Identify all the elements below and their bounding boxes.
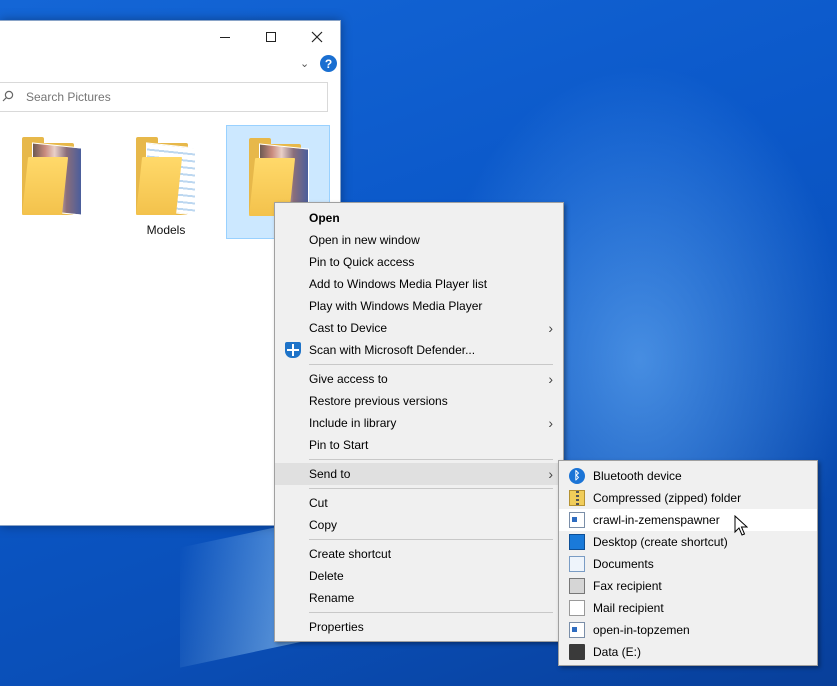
- search-input[interactable]: [26, 90, 306, 104]
- menu-item-cast-to-device[interactable]: Cast to Device ›: [275, 317, 563, 339]
- maximize-icon: [266, 32, 276, 42]
- submenu-arrow-icon: ›: [548, 415, 553, 431]
- help-button[interactable]: ?: [320, 55, 337, 72]
- menu-item-open[interactable]: Open: [275, 207, 563, 229]
- sendto-item-label: Compressed (zipped) folder: [593, 491, 742, 505]
- menu-item-rename[interactable]: Rename: [275, 587, 563, 609]
- menu-item-give-access[interactable]: Give access to ›: [275, 368, 563, 390]
- menu-separator: [309, 539, 553, 540]
- sendto-item-fax[interactable]: Fax recipient: [559, 575, 817, 597]
- menu-item-label: Send to: [309, 467, 351, 481]
- send-to-submenu: ᛒ Bluetooth device Compressed (zipped) f…: [558, 460, 818, 666]
- menu-item-cut[interactable]: Cut: [275, 492, 563, 514]
- menu-item-properties[interactable]: Properties: [275, 616, 563, 638]
- zip-folder-icon: [569, 490, 585, 506]
- bluetooth-icon: ᛒ: [569, 468, 585, 484]
- documents-icon: [569, 556, 585, 572]
- sendto-item-data-drive[interactable]: Data (E:): [559, 641, 817, 663]
- executable-icon: [569, 512, 585, 528]
- sendto-item-desktop[interactable]: Desktop (create shortcut): [559, 531, 817, 553]
- menu-item-send-to[interactable]: Send to ›: [275, 463, 563, 485]
- ribbon-row: ⌄ ?: [0, 53, 340, 77]
- close-icon: [311, 31, 323, 43]
- menu-item-create-shortcut[interactable]: Create shortcut: [275, 543, 563, 565]
- folder-icon: [136, 135, 198, 216]
- context-menu: Open Open in new window Pin to Quick acc…: [274, 202, 564, 642]
- menu-item-delete[interactable]: Delete: [275, 565, 563, 587]
- menu-item-open-new-window[interactable]: Open in new window: [275, 229, 563, 251]
- menu-separator: [309, 488, 553, 489]
- search-box[interactable]: [0, 82, 328, 112]
- menu-item-restore-versions[interactable]: Restore previous versions: [275, 390, 563, 412]
- menu-item-include-library[interactable]: Include in library ›: [275, 412, 563, 434]
- menu-item-scan-defender[interactable]: Scan with Microsoft Defender...: [275, 339, 563, 361]
- sendto-item-label: Fax recipient: [593, 579, 662, 593]
- menu-separator: [309, 364, 553, 365]
- folder-label: Models: [146, 223, 186, 237]
- menu-item-add-wmp-list[interactable]: Add to Windows Media Player list: [275, 273, 563, 295]
- title-bar[interactable]: [0, 21, 340, 53]
- menu-item-copy[interactable]: Copy: [275, 514, 563, 536]
- search-icon: [2, 90, 16, 105]
- menu-item-label: Give access to: [309, 372, 388, 386]
- submenu-arrow-icon: ›: [548, 320, 553, 336]
- menu-item-label: Cast to Device: [309, 321, 388, 335]
- mouse-cursor-icon: [734, 515, 748, 536]
- sendto-item-zip[interactable]: Compressed (zipped) folder: [559, 487, 817, 509]
- mail-icon: [569, 600, 585, 616]
- sendto-item-label: Bluetooth device: [593, 469, 682, 483]
- sendto-item-label: Data (E:): [593, 645, 642, 659]
- menu-separator: [309, 459, 553, 460]
- expand-ribbon-chevron-icon[interactable]: ⌄: [300, 57, 309, 70]
- submenu-arrow-icon: ›: [548, 371, 553, 387]
- sendto-item-label: Desktop (create shortcut): [593, 535, 728, 549]
- sendto-item-crawl-in-zemenspawner[interactable]: crawl-in-zemenspawner: [559, 509, 817, 531]
- minimize-icon: [220, 36, 230, 38]
- defender-shield-icon: [285, 342, 301, 358]
- menu-item-pin-quick-access[interactable]: Pin to Quick access: [275, 251, 563, 273]
- sendto-item-label: Mail recipient: [593, 601, 664, 615]
- drive-icon: [569, 644, 585, 660]
- sendto-item-documents[interactable]: Documents: [559, 553, 817, 575]
- maximize-button[interactable]: [248, 21, 294, 53]
- fax-icon: [569, 578, 585, 594]
- menu-separator: [309, 612, 553, 613]
- sendto-item-bluetooth[interactable]: ᛒ Bluetooth device: [559, 465, 817, 487]
- menu-item-label: Scan with Microsoft Defender...: [309, 343, 476, 357]
- sendto-item-mail[interactable]: Mail recipient: [559, 597, 817, 619]
- submenu-arrow-icon: ›: [548, 466, 553, 482]
- close-button[interactable]: [294, 21, 340, 53]
- sendto-item-label: open-in-topzemen: [593, 623, 690, 637]
- folder-icon: [22, 135, 84, 216]
- menu-item-label: Include in library: [309, 416, 397, 430]
- folder-tile[interactable]: [0, 125, 104, 239]
- sendto-item-open-in-topzemen[interactable]: open-in-topzemen: [559, 619, 817, 641]
- folder-tile-models[interactable]: Models: [114, 125, 218, 239]
- sendto-item-label: Documents: [593, 557, 654, 571]
- desktop-icon: [569, 534, 585, 550]
- executable-icon: [569, 622, 585, 638]
- sendto-item-label: crawl-in-zemenspawner: [593, 513, 720, 527]
- menu-item-play-wmp[interactable]: Play with Windows Media Player: [275, 295, 563, 317]
- menu-item-pin-start[interactable]: Pin to Start: [275, 434, 563, 456]
- minimize-button[interactable]: [202, 21, 248, 53]
